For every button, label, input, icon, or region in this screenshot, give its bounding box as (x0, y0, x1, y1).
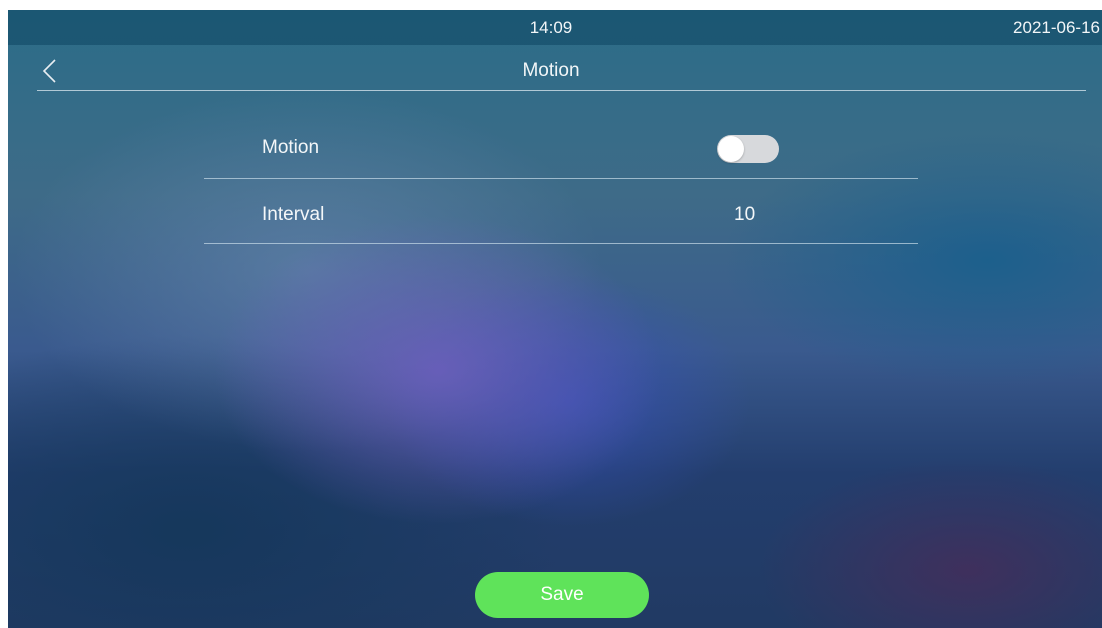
title-divider (37, 90, 1086, 91)
motion-settings-screen: 14:09 2021-06-16 Motion Motion Interval … (8, 10, 1102, 628)
status-bar: 14:09 2021-06-16 (8, 10, 1102, 45)
motion-toggle[interactable] (717, 135, 779, 163)
motion-row: Motion (204, 115, 918, 179)
page-title: Motion (522, 60, 580, 81)
toggle-knob (718, 136, 744, 162)
row-divider (204, 178, 918, 179)
save-button[interactable]: Save (475, 572, 649, 618)
status-date: 2021-06-16 (1013, 18, 1100, 37)
interval-label: Interval (262, 204, 325, 225)
motion-label: Motion (262, 137, 320, 158)
interval-row: Interval 10 (204, 180, 918, 244)
row-divider (204, 243, 918, 244)
status-time: 14:09 (529, 18, 573, 37)
interval-value[interactable]: 10 (734, 204, 755, 226)
